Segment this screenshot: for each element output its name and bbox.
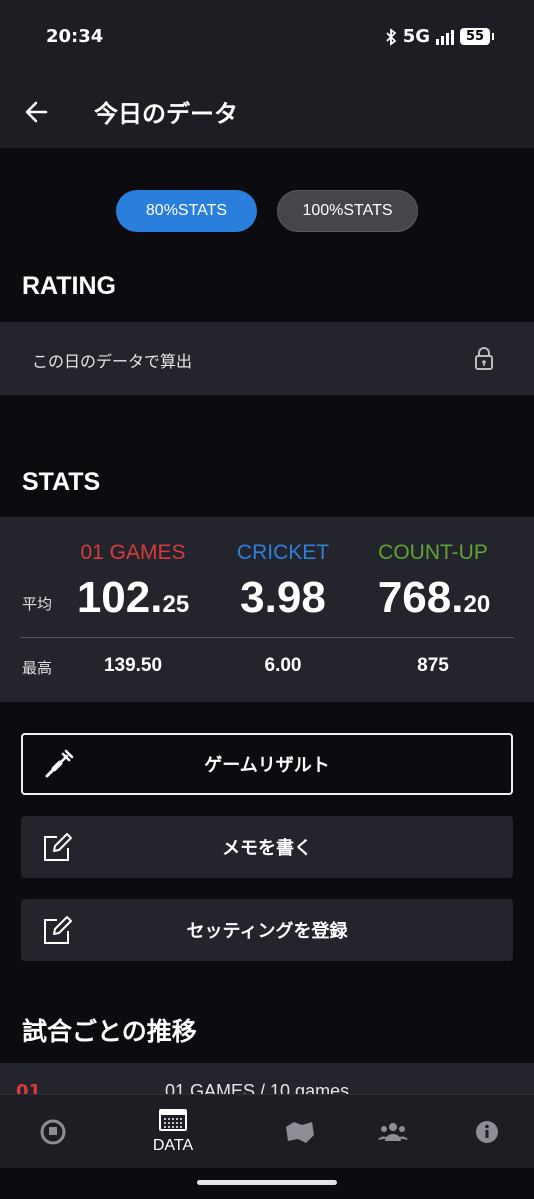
avg-cricket: 3.98 [240,573,326,622]
status-bar: 20:34 5G 55 [0,0,534,76]
edit-icon [44,833,72,861]
write-memo-button[interactable]: メモを書く [21,816,513,878]
edit-icon [44,916,72,944]
tab-community[interactable] [340,1095,446,1169]
rating-row[interactable]: この日のデータで算出 [0,322,534,395]
app-header: 今日のデータ [0,76,534,148]
register-setting-label: セッティングを登録 [186,921,348,942]
battery-icon: 55 [460,28,494,45]
tab-map[interactable] [247,1095,353,1169]
stat-head-countup: COUNT-UP [378,541,488,564]
stat-head-cricket: CRICKET [236,541,330,564]
stats-heading: STATS [22,468,101,496]
stats-divider [20,637,514,638]
tab-home[interactable] [0,1095,106,1169]
status-icons: 5G 55 [385,26,494,47]
map-icon [286,1122,314,1143]
status-time: 20:34 [46,26,104,47]
tab-data[interactable]: DATA [120,1095,226,1169]
max-label: 最高 [22,659,53,677]
avg-01games: 102.25 [76,573,190,622]
signal-icon [436,29,454,45]
bottom-tab-bar: DATA [0,1094,534,1168]
data-icon [159,1109,187,1131]
back-arrow-icon[interactable] [24,99,50,125]
dart-icon [45,749,74,778]
lock-icon [475,347,493,370]
rating-heading: RATING [22,272,116,300]
register-setting-button[interactable]: セッティングを登録 [21,899,513,961]
home-indicator[interactable] [197,1180,337,1185]
stats80-toggle[interactable]: 80%STATS [116,190,257,232]
stats100-toggle[interactable]: 100%STATS [277,190,418,232]
page-title: 今日のデータ [94,100,238,128]
info-icon [476,1121,498,1143]
max-cricket: 6.00 [264,655,302,676]
rating-row-text: この日のデータで算出 [32,352,193,371]
write-memo-label: メモを書く [222,838,312,859]
system-nav-area [0,1168,534,1199]
max-countup: 875 [417,655,449,676]
trend-heading: 試合ごとの推移 [22,1018,197,1046]
max-01games: 139.50 [103,655,163,676]
stat-head-01games: 01 GAMES [80,541,186,564]
network-label: 5G [402,26,430,47]
tab-data-label: DATA [152,1137,194,1154]
home-icon [40,1119,66,1145]
people-icon [378,1123,408,1141]
tab-info[interactable] [434,1095,534,1169]
stats-panel: 01 GAMES CRICKET COUNT-UP 平均 102.25 3.98… [0,517,534,702]
game-result-label: ゲームリザルト [204,755,330,776]
bluetooth-icon [386,27,397,46]
game-result-button[interactable]: ゲームリザルト [21,733,513,795]
avg-countup: 768.20 [377,573,491,622]
